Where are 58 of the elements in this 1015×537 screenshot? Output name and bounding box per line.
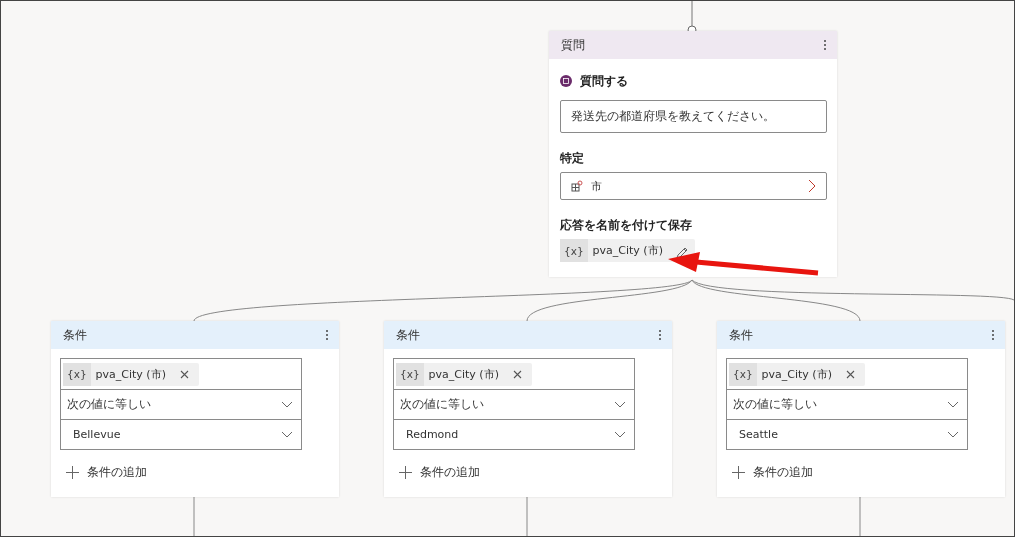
chevron-down-icon: [614, 431, 626, 438]
connector-line: [691, 1, 693, 27]
add-condition-button[interactable]: 条件の追加: [60, 464, 147, 481]
variable-chip[interactable]: {x} pva_City (市): [396, 362, 532, 386]
more-button[interactable]: [821, 39, 829, 51]
value-dropdown[interactable]: Bellevue: [61, 419, 301, 449]
chevron-down-icon: [281, 431, 293, 438]
variable-chip[interactable]: {x} pva_City (市): [560, 239, 695, 262]
chevron-down-icon: [947, 431, 959, 438]
operator-dropdown[interactable]: 次の値に等しい: [394, 389, 634, 419]
more-icon: [658, 329, 662, 341]
variable-prefix: {x}: [63, 362, 91, 386]
more-button[interactable]: [656, 329, 664, 341]
variable-prefix: {x}: [560, 239, 588, 262]
chevron-down-icon: [614, 401, 626, 408]
field-label: 応答を名前を付けて保存: [560, 218, 693, 233]
variable-name: pva_City (市): [427, 366, 500, 382]
connector-line: [193, 496, 195, 536]
section-title: 質問する: [580, 72, 628, 90]
close-icon: [179, 369, 189, 379]
chevron-down-icon: [947, 401, 959, 408]
node-title: 質問: [561, 36, 585, 54]
value-dropdown[interactable]: Seattle: [727, 419, 967, 449]
connector-line: [526, 496, 528, 536]
operator-dropdown[interactable]: 次の値に等しい: [61, 389, 301, 419]
more-button[interactable]: [989, 329, 997, 341]
plus-icon: [732, 466, 745, 479]
chevron-down-icon: [281, 401, 293, 408]
plus-icon: [66, 466, 79, 479]
variable-prefix: {x}: [396, 362, 424, 386]
variable-chip[interactable]: {x} pva_City (市): [729, 362, 865, 386]
node-title: 条件: [63, 326, 87, 344]
variable-chip[interactable]: {x} pva_City (市): [63, 362, 199, 386]
connector-line: [859, 496, 861, 536]
add-condition-button[interactable]: 条件の追加: [393, 464, 480, 481]
prompt-field[interactable]: 発送先の都道府県を教えてください。: [560, 100, 827, 133]
more-button[interactable]: [323, 329, 331, 341]
value-dropdown[interactable]: Redmond: [394, 419, 634, 449]
variable-name: pva_City (市): [94, 366, 167, 382]
question-icon: [560, 75, 572, 87]
more-icon: [991, 329, 995, 341]
more-icon: [823, 39, 827, 51]
operator-dropdown[interactable]: 次の値に等しい: [727, 389, 967, 419]
plus-icon: [399, 466, 412, 479]
more-icon: [325, 329, 329, 341]
add-condition-button[interactable]: 条件の追加: [726, 464, 813, 481]
close-icon: [845, 369, 855, 379]
entity-selector[interactable]: 市: [560, 172, 827, 200]
variable-name: pva_City (市): [760, 366, 833, 382]
entity-icon: [571, 180, 583, 192]
chevron-right-icon: [808, 179, 816, 193]
field-label: 特定: [560, 151, 585, 166]
entity-name: 市: [591, 178, 603, 194]
node-title: 条件: [729, 326, 753, 344]
variable-name: pva_City (市): [591, 243, 664, 258]
close-icon: [512, 369, 522, 379]
variable-prefix: {x}: [729, 362, 757, 386]
node-title: 条件: [396, 326, 420, 344]
